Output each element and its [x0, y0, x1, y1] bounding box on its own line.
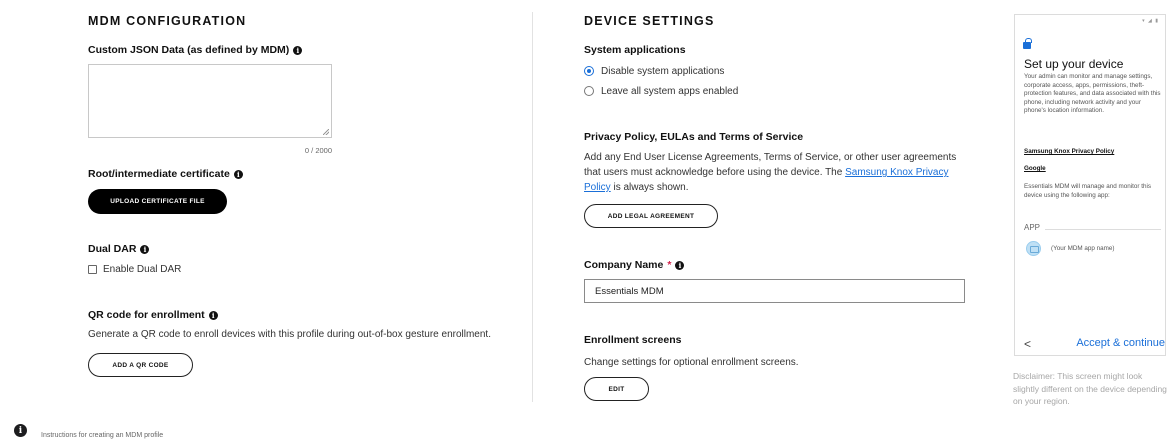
device-section-title: DEVICE SETTINGS: [584, 14, 715, 28]
info-icon[interactable]: i: [675, 260, 685, 270]
company-name-input[interactable]: Essentials MDM: [584, 279, 965, 303]
preview-description: Your admin can monitor and manage settin…: [1024, 73, 1161, 115]
device-settings-section: DEVICE SETTINGS System applications Disa…: [584, 14, 974, 401]
preview-disclaimer: Disclaimer: This screen might look sligh…: [1013, 371, 1167, 406]
mdm-configuration-section: MDM CONFIGURATION Custom JSON Data (as d…: [88, 14, 508, 377]
privacy-policy-description: Add any End User License Agreements, Ter…: [584, 152, 957, 193]
custom-json-textarea[interactable]: [88, 64, 332, 138]
radio-leave-system-apps[interactable]: Leave all system apps enabled: [584, 84, 738, 98]
add-legal-agreement-button[interactable]: ADD LEGAL AGREEMENT: [584, 204, 718, 228]
json-char-counter: 0 / 2000: [304, 146, 332, 155]
preview-app-label: APP: [1024, 223, 1041, 232]
preview-title: Set up your device: [1024, 57, 1124, 71]
privacy-policy-label: Privacy Policy, EULAs and Terms of Servi…: [584, 131, 804, 143]
image-placeholder-icon: [1026, 241, 1041, 256]
info-icon[interactable]: i: [293, 45, 303, 55]
root-cert-label: Root/intermediate certificate i: [88, 168, 243, 180]
enable-dual-dar-checkbox[interactable]: [88, 264, 97, 274]
system-apps-label: System applications: [584, 44, 686, 56]
add-qr-code-button[interactable]: ADD A QR CODE: [88, 353, 193, 377]
instructions-link[interactable]: Instructions for creating an MDM profile: [41, 432, 163, 439]
dual-dar-label: Dual DAR i: [88, 243, 150, 255]
back-chevron-icon[interactable]: <: [1024, 337, 1031, 351]
device-preview: ▾ ◢ ▮ Set up your device Your admin can …: [1014, 14, 1166, 356]
company-name-label: Company Name * i: [584, 259, 685, 271]
status-bar-icons: ▾ ◢ ▮: [1142, 18, 1159, 24]
preview-app-name: (Your MDM app name): [1051, 245, 1115, 252]
qr-code-description: Generate a QR code to enroll devices wit…: [88, 329, 491, 340]
mdm-section-title: MDM CONFIGURATION: [88, 14, 247, 28]
edit-enrollment-button[interactable]: EDIT: [584, 377, 649, 401]
preview-knox-link[interactable]: Samsung Knox Privacy Policy: [1024, 148, 1114, 155]
qr-code-label: QR code for enrollment i: [88, 309, 218, 321]
info-circle-icon: i: [14, 424, 27, 437]
preview-manage-text: Essentials MDM will manage and monitor t…: [1024, 183, 1152, 199]
info-icon[interactable]: i: [233, 169, 243, 179]
resize-grip-icon[interactable]: [323, 129, 329, 135]
info-icon[interactable]: i: [208, 310, 218, 320]
preview-app-divider: [1045, 229, 1161, 230]
lock-icon: [1023, 38, 1032, 49]
radio-selected-icon[interactable]: [584, 66, 594, 76]
accept-continue-button[interactable]: Accept & continue: [1076, 337, 1165, 349]
column-divider: [532, 12, 533, 402]
enrollment-screens-description: Change settings for optional enrollment …: [584, 357, 799, 368]
enrollment-screens-label: Enrollment screens: [584, 334, 682, 346]
preview-google-link[interactable]: Google: [1024, 165, 1046, 172]
enable-dual-dar-option[interactable]: Enable Dual DAR: [88, 262, 181, 276]
radio-disable-system-apps[interactable]: Disable system applications: [584, 64, 724, 78]
upload-certificate-button[interactable]: UPLOAD CERTIFICATE FILE: [88, 189, 227, 214]
radio-unselected-icon[interactable]: [584, 86, 594, 96]
required-asterisk: *: [667, 259, 672, 271]
info-icon[interactable]: i: [140, 244, 150, 254]
custom-json-label: Custom JSON Data (as defined by MDM) i: [88, 44, 303, 56]
